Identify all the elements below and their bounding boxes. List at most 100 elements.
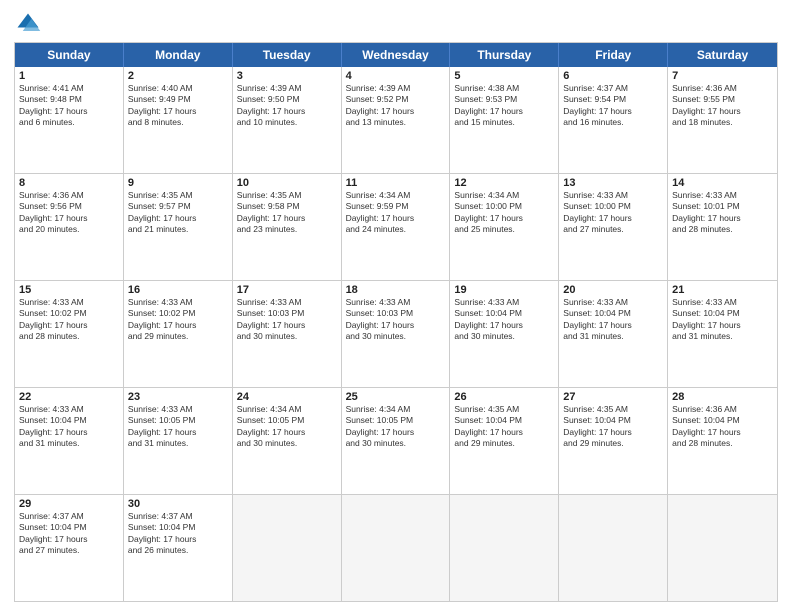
day-number: 26 — [454, 391, 554, 403]
header — [14, 10, 778, 38]
day-number: 6 — [563, 70, 663, 82]
cal-day-20: 20Sunrise: 4:33 AM Sunset: 10:04 PM Dayl… — [559, 281, 668, 387]
cal-day-17: 17Sunrise: 4:33 AM Sunset: 10:03 PM Dayl… — [233, 281, 342, 387]
day-number: 20 — [563, 284, 663, 296]
calendar-header-row: SundayMondayTuesdayWednesdayThursdayFrid… — [15, 43, 777, 67]
cal-empty-cell — [342, 495, 451, 601]
cal-day-5: 5Sunrise: 4:38 AM Sunset: 9:53 PM Daylig… — [450, 67, 559, 173]
cal-header-monday: Monday — [124, 43, 233, 67]
cal-day-11: 11Sunrise: 4:34 AM Sunset: 9:59 PM Dayli… — [342, 174, 451, 280]
cal-week-3: 15Sunrise: 4:33 AM Sunset: 10:02 PM Dayl… — [15, 280, 777, 387]
cal-day-3: 3Sunrise: 4:39 AM Sunset: 9:50 PM Daylig… — [233, 67, 342, 173]
cal-header-sunday: Sunday — [15, 43, 124, 67]
cal-day-19: 19Sunrise: 4:33 AM Sunset: 10:04 PM Dayl… — [450, 281, 559, 387]
cal-day-13: 13Sunrise: 4:33 AM Sunset: 10:00 PM Dayl… — [559, 174, 668, 280]
cal-day-10: 10Sunrise: 4:35 AM Sunset: 9:58 PM Dayli… — [233, 174, 342, 280]
cal-day-22: 22Sunrise: 4:33 AM Sunset: 10:04 PM Dayl… — [15, 388, 124, 494]
cal-day-24: 24Sunrise: 4:34 AM Sunset: 10:05 PM Dayl… — [233, 388, 342, 494]
day-number: 4 — [346, 70, 446, 82]
day-number: 18 — [346, 284, 446, 296]
day-info: Sunrise: 4:39 AM Sunset: 9:52 PM Dayligh… — [346, 83, 446, 129]
cal-day-2: 2Sunrise: 4:40 AM Sunset: 9:49 PM Daylig… — [124, 67, 233, 173]
day-number: 28 — [672, 391, 773, 403]
cal-day-18: 18Sunrise: 4:33 AM Sunset: 10:03 PM Dayl… — [342, 281, 451, 387]
cal-header-wednesday: Wednesday — [342, 43, 451, 67]
cal-day-6: 6Sunrise: 4:37 AM Sunset: 9:54 PM Daylig… — [559, 67, 668, 173]
day-number: 30 — [128, 498, 228, 510]
day-info: Sunrise: 4:35 AM Sunset: 10:04 PM Daylig… — [454, 404, 554, 450]
day-info: Sunrise: 4:34 AM Sunset: 10:05 PM Daylig… — [237, 404, 337, 450]
cal-day-15: 15Sunrise: 4:33 AM Sunset: 10:02 PM Dayl… — [15, 281, 124, 387]
day-info: Sunrise: 4:33 AM Sunset: 10:04 PM Daylig… — [672, 297, 773, 343]
cal-header-friday: Friday — [559, 43, 668, 67]
day-number: 8 — [19, 177, 119, 189]
day-info: Sunrise: 4:36 AM Sunset: 9:56 PM Dayligh… — [19, 190, 119, 236]
day-info: Sunrise: 4:39 AM Sunset: 9:50 PM Dayligh… — [237, 83, 337, 129]
cal-day-12: 12Sunrise: 4:34 AM Sunset: 10:00 PM Dayl… — [450, 174, 559, 280]
day-info: Sunrise: 4:33 AM Sunset: 10:04 PM Daylig… — [19, 404, 119, 450]
day-number: 29 — [19, 498, 119, 510]
cal-day-26: 26Sunrise: 4:35 AM Sunset: 10:04 PM Dayl… — [450, 388, 559, 494]
day-info: Sunrise: 4:34 AM Sunset: 9:59 PM Dayligh… — [346, 190, 446, 236]
day-info: Sunrise: 4:33 AM Sunset: 10:02 PM Daylig… — [128, 297, 228, 343]
day-info: Sunrise: 4:33 AM Sunset: 10:03 PM Daylig… — [237, 297, 337, 343]
day-number: 23 — [128, 391, 228, 403]
day-info: Sunrise: 4:40 AM Sunset: 9:49 PM Dayligh… — [128, 83, 228, 129]
day-info: Sunrise: 4:33 AM Sunset: 10:00 PM Daylig… — [563, 190, 663, 236]
cal-empty-cell — [559, 495, 668, 601]
day-info: Sunrise: 4:37 AM Sunset: 10:04 PM Daylig… — [19, 511, 119, 557]
cal-week-2: 8Sunrise: 4:36 AM Sunset: 9:56 PM Daylig… — [15, 173, 777, 280]
calendar: SundayMondayTuesdayWednesdayThursdayFrid… — [14, 42, 778, 602]
cal-day-29: 29Sunrise: 4:37 AM Sunset: 10:04 PM Dayl… — [15, 495, 124, 601]
day-info: Sunrise: 4:33 AM Sunset: 10:04 PM Daylig… — [454, 297, 554, 343]
day-info: Sunrise: 4:34 AM Sunset: 10:00 PM Daylig… — [454, 190, 554, 236]
day-info: Sunrise: 4:37 AM Sunset: 10:04 PM Daylig… — [128, 511, 228, 557]
day-info: Sunrise: 4:34 AM Sunset: 10:05 PM Daylig… — [346, 404, 446, 450]
day-info: Sunrise: 4:35 AM Sunset: 10:04 PM Daylig… — [563, 404, 663, 450]
day-info: Sunrise: 4:33 AM Sunset: 10:05 PM Daylig… — [128, 404, 228, 450]
cal-header-tuesday: Tuesday — [233, 43, 342, 67]
cal-day-8: 8Sunrise: 4:36 AM Sunset: 9:56 PM Daylig… — [15, 174, 124, 280]
day-info: Sunrise: 4:33 AM Sunset: 10:01 PM Daylig… — [672, 190, 773, 236]
cal-empty-cell — [233, 495, 342, 601]
day-number: 19 — [454, 284, 554, 296]
cal-empty-cell — [668, 495, 777, 601]
day-number: 25 — [346, 391, 446, 403]
page: SundayMondayTuesdayWednesdayThursdayFrid… — [0, 0, 792, 612]
cal-header-thursday: Thursday — [450, 43, 559, 67]
day-info: Sunrise: 4:33 AM Sunset: 10:02 PM Daylig… — [19, 297, 119, 343]
day-number: 5 — [454, 70, 554, 82]
cal-day-1: 1Sunrise: 4:41 AM Sunset: 9:48 PM Daylig… — [15, 67, 124, 173]
day-info: Sunrise: 4:33 AM Sunset: 10:04 PM Daylig… — [563, 297, 663, 343]
day-info: Sunrise: 4:38 AM Sunset: 9:53 PM Dayligh… — [454, 83, 554, 129]
cal-week-5: 29Sunrise: 4:37 AM Sunset: 10:04 PM Dayl… — [15, 494, 777, 601]
day-info: Sunrise: 4:35 AM Sunset: 9:57 PM Dayligh… — [128, 190, 228, 236]
day-number: 16 — [128, 284, 228, 296]
day-number: 3 — [237, 70, 337, 82]
day-number: 1 — [19, 70, 119, 82]
cal-day-14: 14Sunrise: 4:33 AM Sunset: 10:01 PM Dayl… — [668, 174, 777, 280]
cal-week-1: 1Sunrise: 4:41 AM Sunset: 9:48 PM Daylig… — [15, 67, 777, 173]
calendar-body: 1Sunrise: 4:41 AM Sunset: 9:48 PM Daylig… — [15, 67, 777, 601]
cal-week-4: 22Sunrise: 4:33 AM Sunset: 10:04 PM Dayl… — [15, 387, 777, 494]
day-number: 2 — [128, 70, 228, 82]
cal-day-27: 27Sunrise: 4:35 AM Sunset: 10:04 PM Dayl… — [559, 388, 668, 494]
day-info: Sunrise: 4:36 AM Sunset: 10:04 PM Daylig… — [672, 404, 773, 450]
cal-day-28: 28Sunrise: 4:36 AM Sunset: 10:04 PM Dayl… — [668, 388, 777, 494]
cal-day-9: 9Sunrise: 4:35 AM Sunset: 9:57 PM Daylig… — [124, 174, 233, 280]
cal-day-25: 25Sunrise: 4:34 AM Sunset: 10:05 PM Dayl… — [342, 388, 451, 494]
day-info: Sunrise: 4:36 AM Sunset: 9:55 PM Dayligh… — [672, 83, 773, 129]
day-number: 11 — [346, 177, 446, 189]
day-number: 24 — [237, 391, 337, 403]
logo — [14, 10, 46, 38]
day-info: Sunrise: 4:41 AM Sunset: 9:48 PM Dayligh… — [19, 83, 119, 129]
cal-day-4: 4Sunrise: 4:39 AM Sunset: 9:52 PM Daylig… — [342, 67, 451, 173]
logo-icon — [14, 10, 42, 38]
cal-day-16: 16Sunrise: 4:33 AM Sunset: 10:02 PM Dayl… — [124, 281, 233, 387]
day-info: Sunrise: 4:35 AM Sunset: 9:58 PM Dayligh… — [237, 190, 337, 236]
day-info: Sunrise: 4:33 AM Sunset: 10:03 PM Daylig… — [346, 297, 446, 343]
day-number: 21 — [672, 284, 773, 296]
day-number: 13 — [563, 177, 663, 189]
day-info: Sunrise: 4:37 AM Sunset: 9:54 PM Dayligh… — [563, 83, 663, 129]
cal-header-saturday: Saturday — [668, 43, 777, 67]
